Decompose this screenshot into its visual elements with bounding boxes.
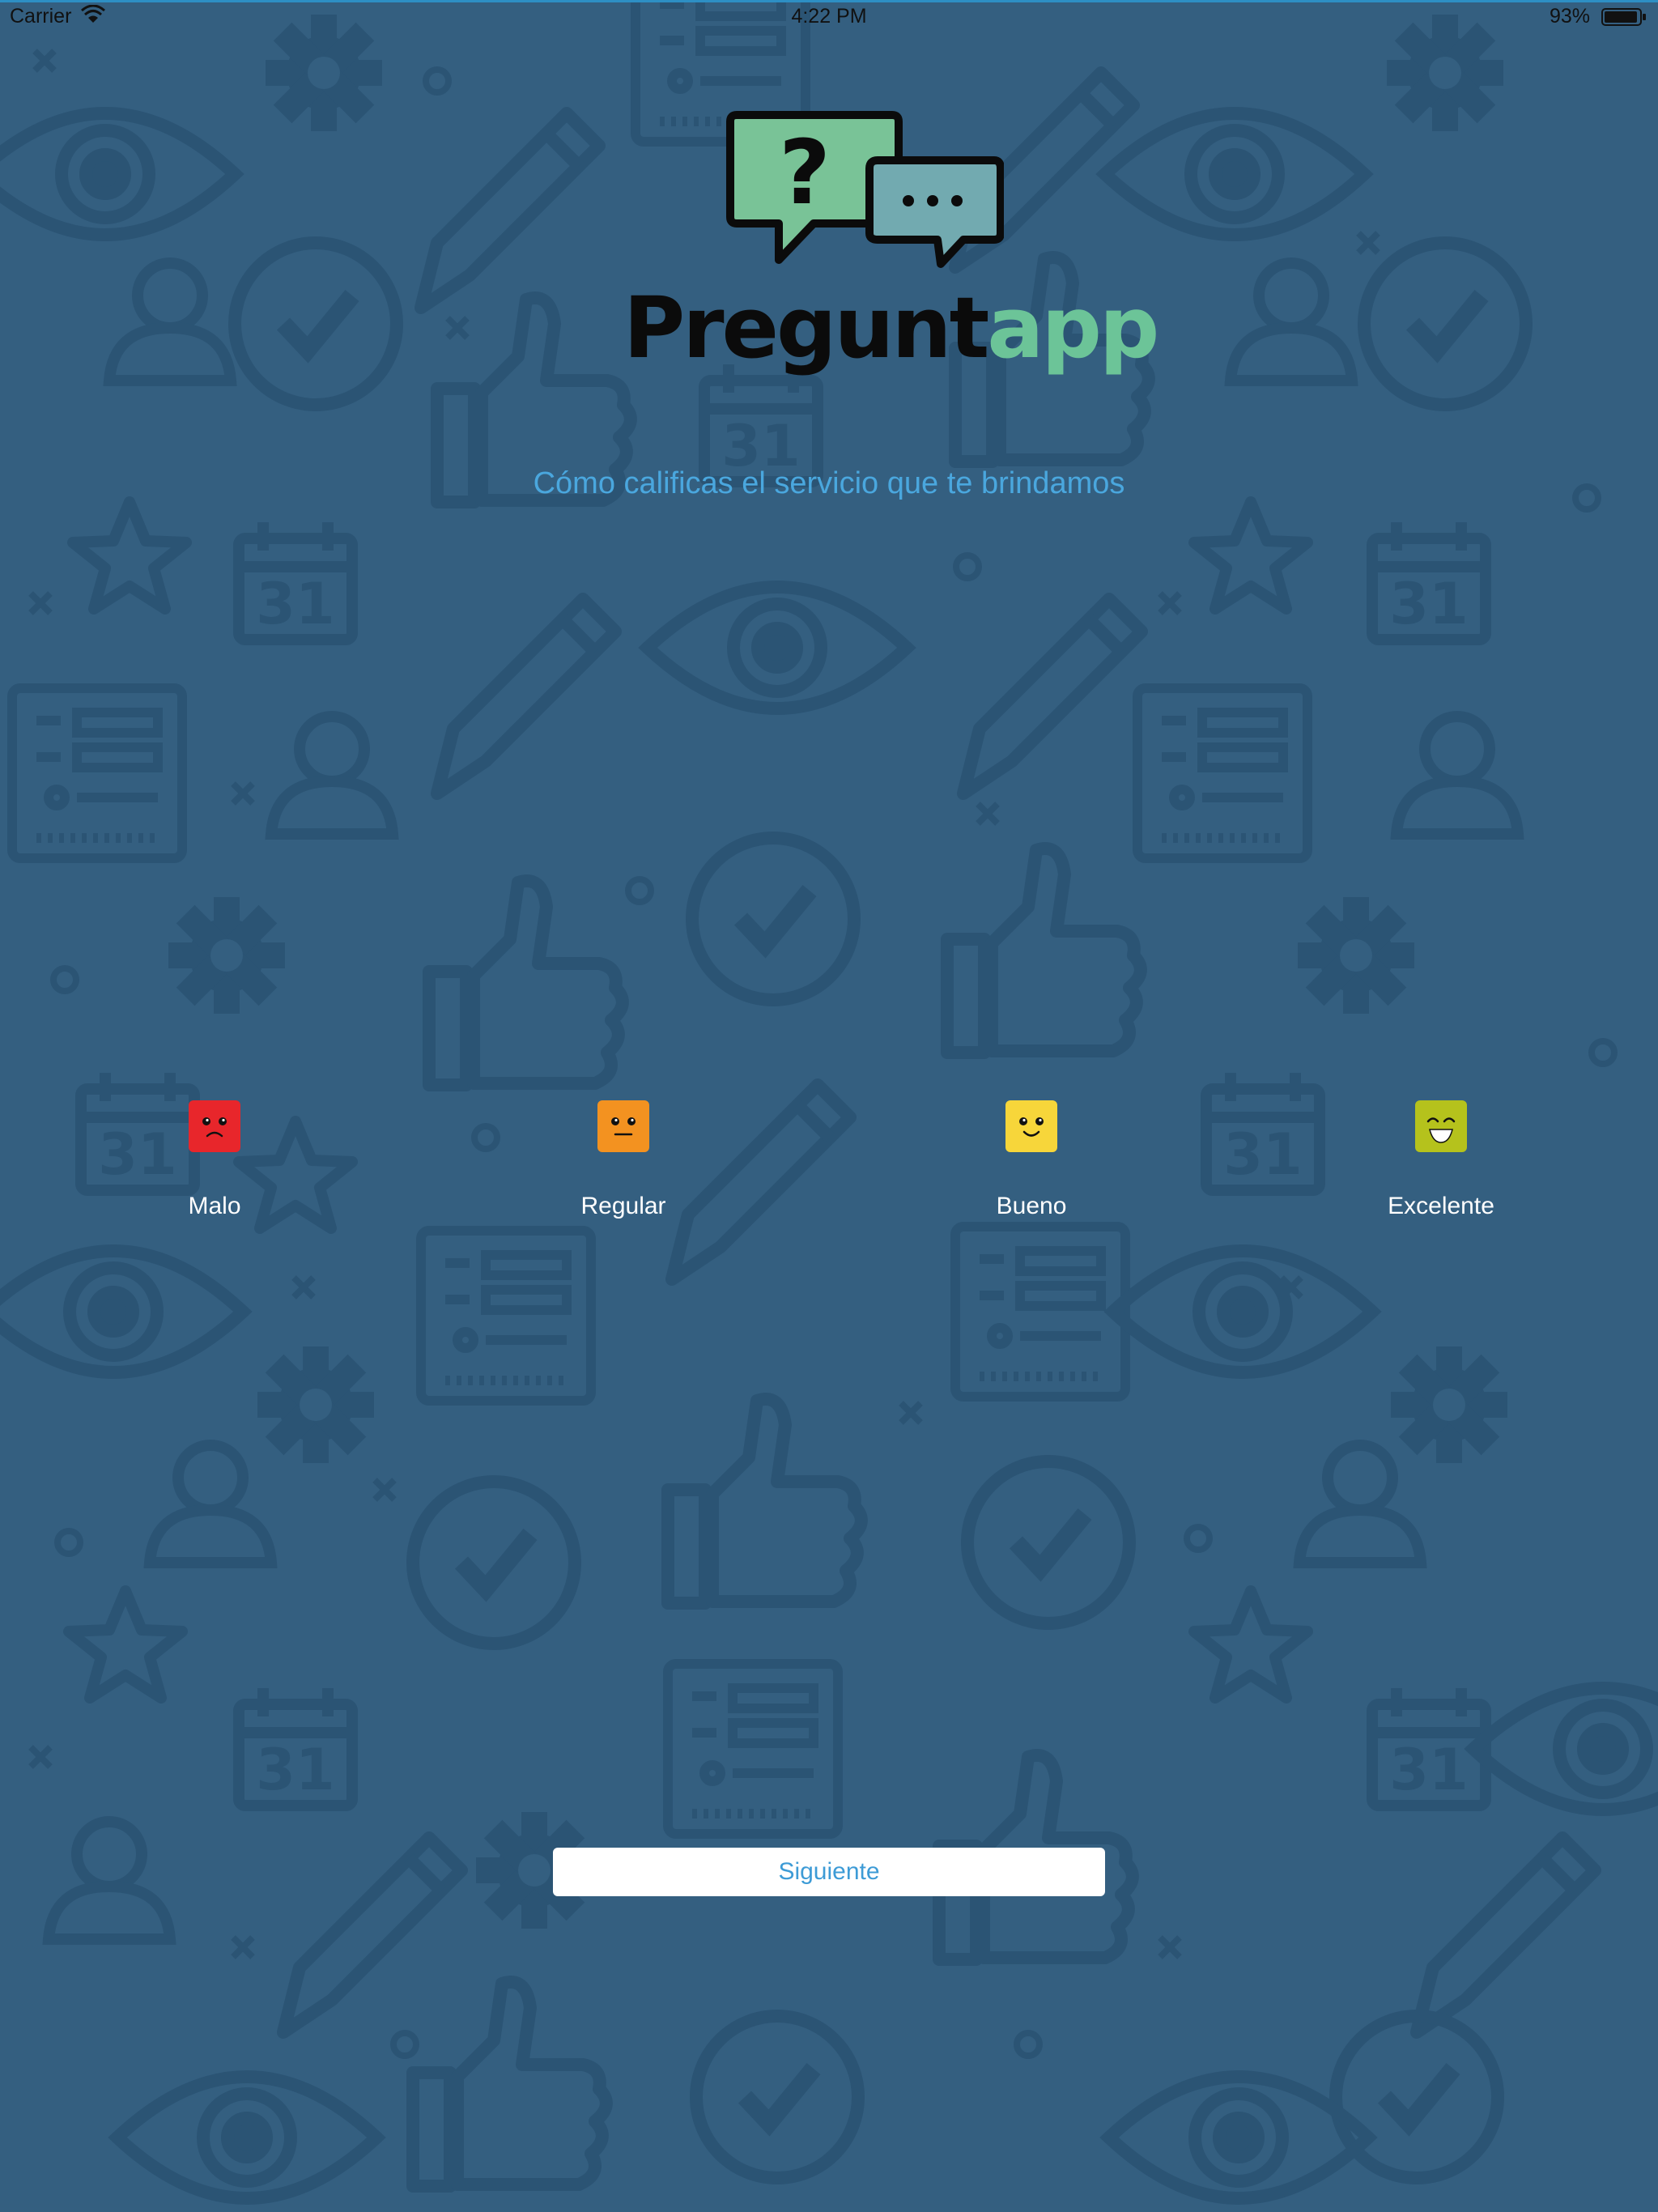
survey-question: Cómo calificas el servicio que te brinda… xyxy=(533,466,1125,500)
rating-option-regular[interactable]: Regular xyxy=(518,1097,729,1227)
battery-percentage: 93% xyxy=(1549,5,1590,28)
rating-label: Malo xyxy=(188,1193,241,1219)
status-time: 4:22 PM xyxy=(791,5,867,28)
rating-label: Excelente xyxy=(1388,1193,1494,1219)
grin-face-icon xyxy=(1412,1097,1470,1155)
svg-text:?: ? xyxy=(779,121,831,224)
battery-icon xyxy=(1601,8,1646,26)
logo-text-primary: Pregunt xyxy=(623,279,989,377)
logo-text-accent: app xyxy=(987,279,1159,377)
rating-label: Regular xyxy=(580,1193,666,1219)
status-bar: Carrier 4:22 PM 93% xyxy=(0,0,1658,32)
angry-face-icon xyxy=(185,1097,244,1155)
rating-option-excelente[interactable]: Excelente xyxy=(1336,1097,1546,1227)
rating-label: Bueno xyxy=(996,1193,1067,1219)
next-button[interactable]: Siguiente xyxy=(553,1848,1105,1896)
speech-bubbles-question-icon: ? xyxy=(726,111,1004,268)
app-logo-text: Preguntapp xyxy=(623,267,1159,389)
rating-option-bueno[interactable]: Bueno xyxy=(926,1097,1137,1227)
rating-option-malo[interactable]: Malo xyxy=(109,1097,320,1227)
status-bar-accent-line xyxy=(0,0,1658,2)
neutral-face-icon xyxy=(594,1097,653,1155)
smile-face-icon xyxy=(1002,1097,1061,1155)
